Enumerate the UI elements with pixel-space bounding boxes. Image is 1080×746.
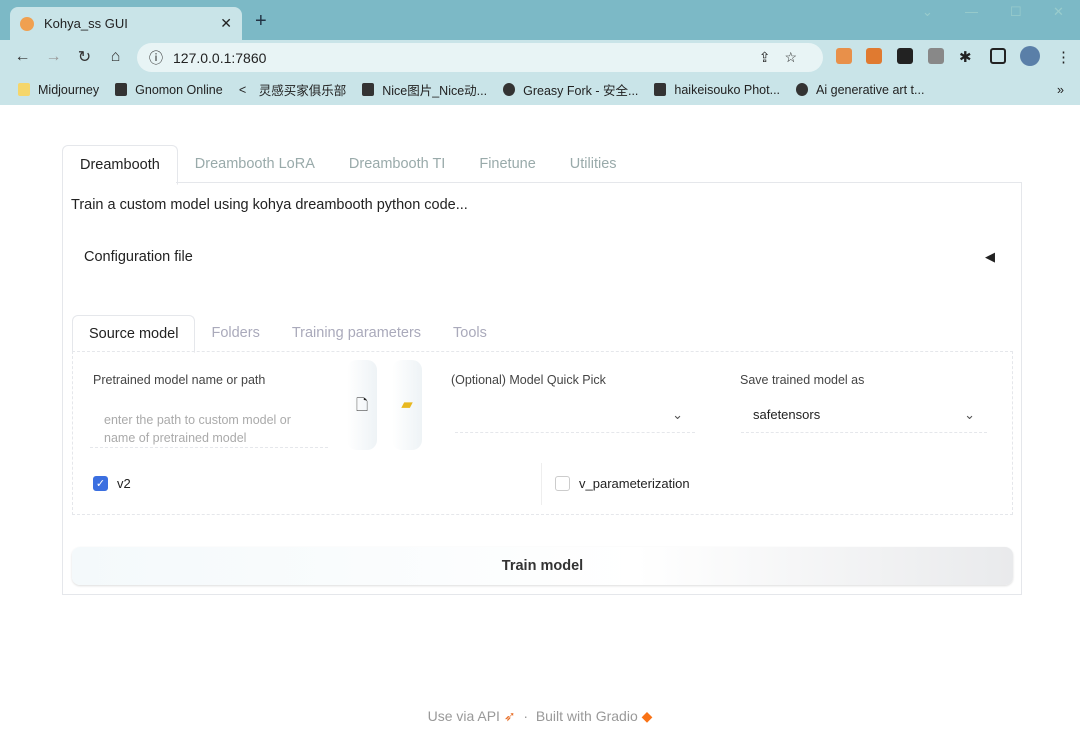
new-tab-button[interactable]: +: [255, 10, 267, 33]
train-model-button[interactable]: Train model: [72, 547, 1013, 585]
extension-g-icon[interactable]: [928, 48, 944, 64]
description: Train a custom model using kohya dreambo…: [71, 197, 468, 213]
use-via-api-link[interactable]: Use via API: [428, 708, 500, 724]
close-window-button[interactable]: ✕: [1053, 4, 1064, 20]
bookmark-label: Gnomon Online: [135, 82, 223, 97]
share-icon[interactable]: ⇪: [759, 49, 785, 65]
menu-icon[interactable]: ⋮: [1056, 48, 1072, 66]
url-text[interactable]: 127.0.0.1:7860: [173, 50, 266, 66]
save-as-dropdown[interactable]: safetensors ⌄: [741, 397, 987, 433]
close-tab-icon[interactable]: ✕: [220, 15, 232, 32]
bookmark-icon: [362, 83, 375, 96]
v-parameterization-checkbox[interactable]: v_parameterization: [555, 476, 690, 491]
folder-button[interactable]: ▰: [392, 360, 422, 450]
quick-pick-dropdown[interactable]: ⌄: [455, 397, 695, 433]
minimize-button[interactable]: —: [965, 4, 978, 19]
pretrained-label: Pretrained model name or path: [93, 373, 266, 387]
pretrained-model-input[interactable]: enter the path to custom model or name o…: [90, 403, 328, 448]
folder-icon: ▰: [401, 396, 413, 413]
folder-icon: [18, 83, 30, 96]
collapse-arrow-icon[interactable]: ◀: [985, 249, 995, 265]
bookmark-icon: [115, 83, 128, 96]
bookmark[interactable]: Gnomon Online: [115, 83, 223, 97]
sidepanel-icon[interactable]: [990, 48, 1006, 64]
v2-checkbox[interactable]: ✓ v2: [93, 476, 131, 491]
bookmark-label: 灵感买家俱乐部: [258, 84, 347, 98]
puzzle-icon[interactable]: ✱: [959, 48, 975, 66]
bookmark[interactable]: < 灵感买家俱乐部: [239, 80, 347, 99]
tab-training-parameters[interactable]: Training parameters: [276, 315, 437, 353]
config-accordion[interactable]: Configuration file: [84, 249, 193, 265]
separator: ·: [523, 708, 529, 724]
tab-finetune[interactable]: Finetune: [462, 145, 552, 185]
tab-utilities[interactable]: Utilities: [553, 145, 634, 185]
tab-title: Kohya_ss GUI: [44, 16, 128, 31]
avatar[interactable]: [1020, 46, 1040, 66]
tab-tools[interactable]: Tools: [437, 315, 503, 353]
v2-label: v2: [117, 476, 131, 491]
bookmark[interactable]: Greasy Fork - 安全...: [503, 80, 638, 99]
bookmark-icon: [503, 83, 516, 96]
more-bookmarks-icon[interactable]: »: [1057, 83, 1064, 97]
bookmark-label: Greasy Fork - 安全...: [523, 84, 639, 98]
extension-icon[interactable]: [836, 48, 852, 64]
tab-dreambooth-lora[interactable]: Dreambooth LoRA: [178, 145, 332, 185]
globe-icon: [796, 83, 809, 96]
favicon-icon: [20, 16, 34, 31]
checkbox-unchecked-icon[interactable]: [555, 476, 570, 491]
bookmark[interactable]: Midjourney: [18, 83, 99, 97]
bookmark[interactable]: haikeisouko Phot...: [654, 83, 780, 97]
save-as-label: Save trained model as: [740, 373, 865, 387]
bookmark-label: haikeisouko Phot...: [674, 82, 781, 97]
checkbox-checked-icon[interactable]: ✓: [93, 476, 108, 491]
divider: [541, 463, 542, 505]
bookmark[interactable]: Ai generative art t...: [796, 83, 924, 97]
bookmark-star-icon[interactable]: ☆: [784, 49, 811, 65]
gradio-logo-icon: ◆: [641, 708, 653, 724]
bookmarks-bar: Midjourney Gnomon Online < 灵感买家俱乐部 Nice图片…: [0, 74, 1080, 105]
bookmark[interactable]: Nice图片_Nice动...: [362, 80, 487, 99]
info-icon: ⓘ: [149, 49, 163, 66]
address-bar[interactable]: ⓘ 127.0.0.1:7860 ⇪☆: [137, 43, 823, 72]
reload-icon[interactable]: ↻: [69, 47, 100, 67]
file-icon: 🗋: [355, 397, 369, 414]
bookmark-icon: <: [238, 83, 247, 97]
bookmark-label: Nice图片_Nice动...: [382, 84, 488, 98]
save-as-value: safetensors: [753, 407, 821, 422]
sub-tabs: Source model Folders Training parameters…: [72, 315, 503, 353]
extension-icon[interactable]: [897, 48, 913, 64]
tab-search-icon[interactable]: ⌄: [922, 4, 933, 20]
tab-folders[interactable]: Folders: [195, 315, 275, 353]
back-icon[interactable]: ←: [7, 48, 38, 66]
browser-tab[interactable]: Kohya_ss GUI ✕: [10, 7, 242, 40]
bookmark-label: Midjourney: [38, 82, 100, 97]
v-parameterization-label: v_parameterization: [579, 476, 690, 491]
maximize-button[interactable]: ☐: [1010, 4, 1022, 20]
built-with-gradio-link[interactable]: Built with Gradio: [536, 708, 638, 724]
quick-pick-label: (Optional) Model Quick Pick: [451, 373, 606, 387]
metamask-icon[interactable]: [866, 48, 882, 64]
gradio-app: Dreambooth Dreambooth LoRA Dreambooth TI…: [0, 105, 1080, 746]
home-icon[interactable]: ⌂: [100, 48, 131, 66]
browser-chrome: Kohya_ss GUI ✕ + ⌄ — ☐ ✕ ← → ↻ ⌂ ⓘ 127.0.0…: [0, 0, 1080, 105]
tab-dreambooth[interactable]: Dreambooth: [62, 145, 178, 185]
bookmark-icon: [654, 83, 667, 96]
bookmark-label: Ai generative art t...: [816, 82, 925, 97]
forward-icon[interactable]: →: [38, 48, 69, 66]
rocket-icon: ➶: [503, 708, 516, 724]
main-tabs: Dreambooth Dreambooth LoRA Dreambooth TI…: [62, 145, 634, 185]
chevron-down-icon: ⌄: [672, 406, 683, 422]
chevron-down-icon: ⌄: [964, 406, 975, 422]
tab-source-model[interactable]: Source model: [72, 315, 196, 353]
footer: Use via API ➶ · Built with Gradio ◆: [0, 708, 1080, 725]
tab-dreambooth-ti[interactable]: Dreambooth TI: [332, 145, 462, 185]
file-button[interactable]: 🗋: [347, 360, 377, 450]
